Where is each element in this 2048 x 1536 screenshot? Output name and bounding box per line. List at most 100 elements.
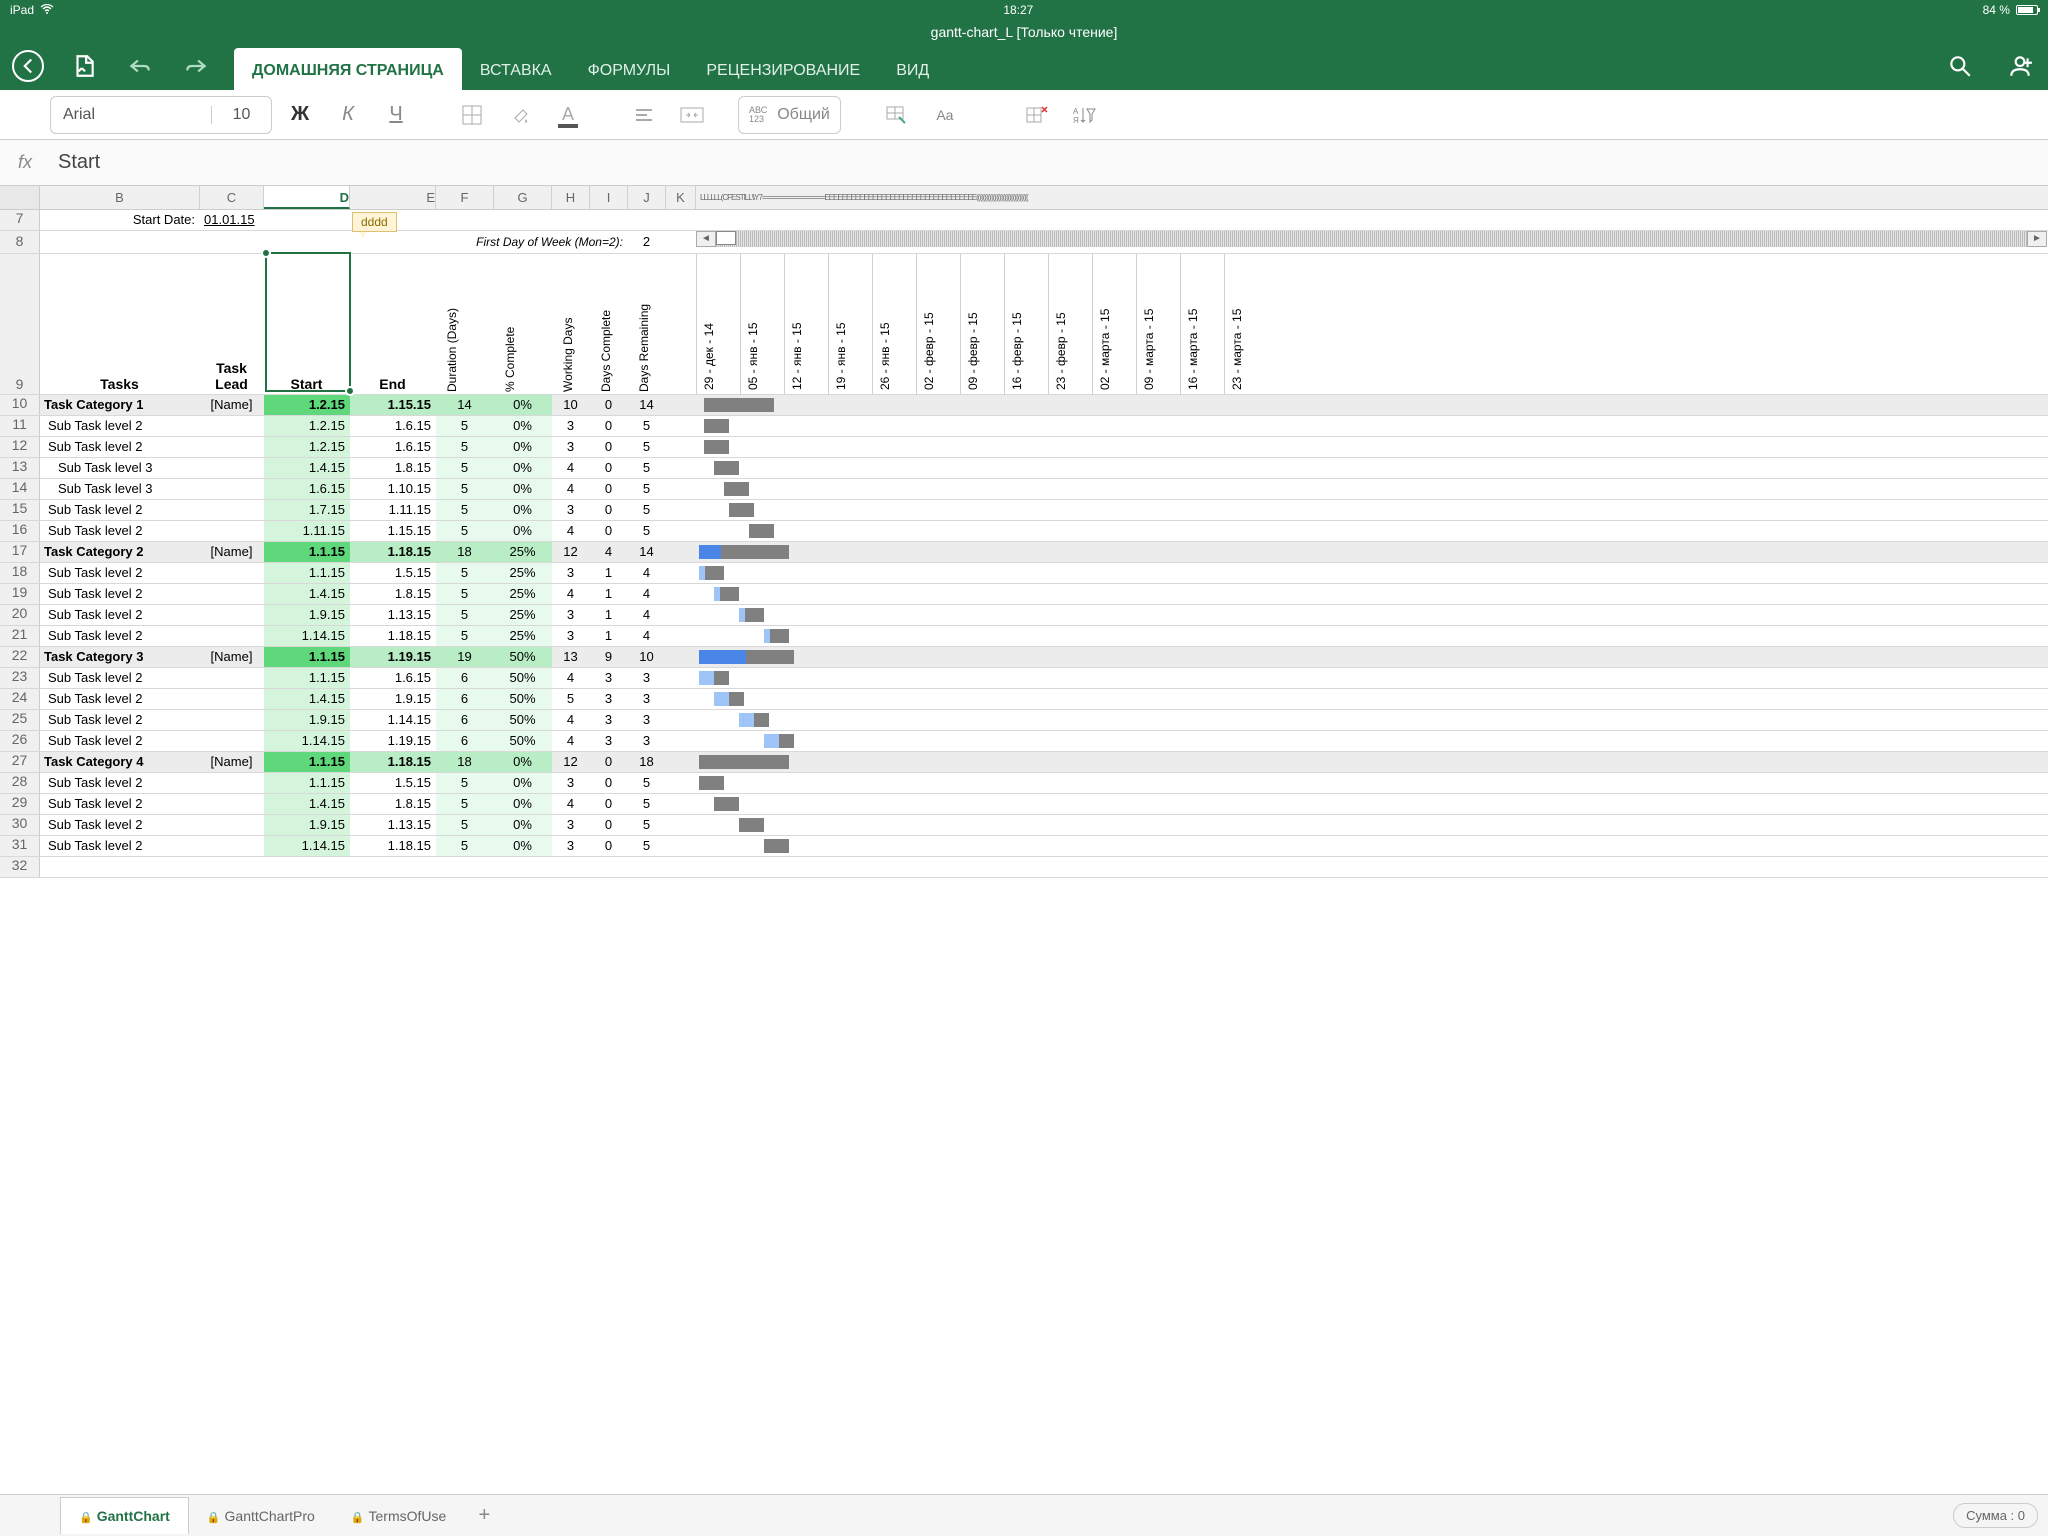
table-row[interactable]: 17Task Category 2[Name]1.1.151.18.151825…	[0, 542, 2048, 563]
table-row[interactable]: 29Sub Task level 21.4.151.8.1550%405	[0, 794, 2048, 815]
table-row[interactable]: 14Sub Task level 31.6.151.10.1550%405	[0, 479, 2048, 500]
sheet-tab-termsofuse[interactable]: TermsOfUse	[333, 1498, 465, 1534]
row-8[interactable]: 8 First Day of Week (Mon=2): 2 ◄ ►	[0, 231, 2048, 254]
date-column-header[interactable]: 12 - янв - 15	[784, 254, 828, 394]
insert-function-button[interactable]	[877, 96, 917, 134]
search-button[interactable]	[1942, 48, 1978, 84]
align-button[interactable]	[624, 96, 664, 134]
font-color-button[interactable]: А	[548, 96, 588, 134]
table-row[interactable]: 27Task Category 4[Name]1.1.151.18.15180%…	[0, 752, 2048, 773]
lock-icon	[79, 1508, 93, 1524]
add-sheet-button[interactable]: +	[464, 1504, 504, 1527]
row-9-headers[interactable]: 9 Tasks TaskLead Start End Duration (Day…	[0, 254, 2048, 395]
merge-button[interactable]	[672, 96, 712, 134]
row-7[interactable]: 7 Start Date: 01.01.15	[0, 210, 2048, 231]
tab-insert[interactable]: ВСТАВКА	[462, 48, 570, 90]
status-sum[interactable]: Сумма : 0	[1953, 1503, 2038, 1528]
col-header-d[interactable]: D	[264, 186, 350, 209]
number-format-selector[interactable]: АВС123 Общий	[738, 96, 841, 134]
table-row[interactable]: 26Sub Task level 21.14.151.19.15650%433	[0, 731, 2048, 752]
table-row[interactable]: 10Task Category 1[Name]1.2.151.15.15140%…	[0, 395, 2048, 416]
column-headers[interactable]: B C D E F G H I J K LLLLLL(CFESTILL\\Y7=…	[0, 186, 2048, 210]
col-header-g[interactable]: G	[494, 186, 552, 209]
date-column-header[interactable]: 09 - февр - 15	[960, 254, 1004, 394]
date-column-header[interactable]: 05 - янв - 15	[740, 254, 784, 394]
col-header-c[interactable]: C	[200, 186, 264, 209]
underline-button[interactable]: Ч	[376, 96, 416, 134]
lock-icon	[207, 1508, 221, 1524]
table-row[interactable]: 30Sub Task level 21.9.151.13.1550%305	[0, 815, 2048, 836]
col-header-h[interactable]: H	[552, 186, 590, 209]
file-button[interactable]	[66, 48, 102, 84]
document-title: gantt-chart_L [Только чтение]	[0, 20, 2048, 42]
ribbon-tabs: ДОМАШНЯЯ СТРАНИЦА ВСТАВКА ФОРМУЛЫ РЕЦЕНЗ…	[234, 42, 947, 90]
font-selector[interactable]: Arial 10	[50, 96, 272, 134]
undo-button[interactable]	[122, 48, 158, 84]
table-row[interactable]: 21Sub Task level 21.14.151.18.15525%314	[0, 626, 2048, 647]
share-button[interactable]	[2002, 48, 2038, 84]
table-row[interactable]: 18Sub Task level 21.1.151.5.15525%314	[0, 563, 2048, 584]
timeline-scroll-left[interactable]: ◄	[696, 231, 716, 247]
col-headers-overflow[interactable]: LLLLLL(CFESTILL\\Y7=================EEEE…	[696, 186, 2048, 209]
main-toolbar: ДОМАШНЯЯ СТРАНИЦА ВСТАВКА ФОРМУЛЫ РЕЦЕНЗ…	[0, 42, 2048, 90]
table-row[interactable]: 25Sub Task level 21.9.151.14.15650%433	[0, 710, 2048, 731]
sort-filter-button[interactable]: АЯ	[1065, 96, 1105, 134]
date-column-header[interactable]: 23 - марта - 15	[1224, 254, 1268, 394]
table-row[interactable]: 31Sub Task level 21.14.151.18.1550%305	[0, 836, 2048, 857]
col-header-b[interactable]: B	[40, 186, 200, 209]
insert-delete-button[interactable]	[1017, 96, 1057, 134]
timeline-scroll-thumb[interactable]	[716, 231, 736, 245]
date-column-header[interactable]: 02 - февр - 15	[916, 254, 960, 394]
sheet-tab-ganttchart[interactable]: GanttChart	[60, 1497, 189, 1534]
date-column-header[interactable]: 02 - марта - 15	[1092, 254, 1136, 394]
cell-styles-button[interactable]: Aa	[925, 96, 965, 134]
wifi-icon	[40, 3, 54, 17]
sheet-tab-ganttchartpro[interactable]: GanttChartPro	[189, 1498, 333, 1534]
table-row[interactable]: 13Sub Task level 31.4.151.8.1550%405	[0, 458, 2048, 479]
cell-comment-tooltip: dddd	[352, 212, 397, 232]
table-row[interactable]: 16Sub Task level 21.11.151.15.1550%405	[0, 521, 2048, 542]
select-all-corner[interactable]	[0, 186, 40, 209]
fill-color-button[interactable]	[500, 96, 540, 134]
table-row[interactable]: 11Sub Task level 21.2.151.6.1550%305	[0, 416, 2048, 437]
redo-button[interactable]	[178, 48, 214, 84]
clock: 18:27	[1003, 3, 1033, 17]
spreadsheet-grid[interactable]: 7 Start Date: 01.01.15 8 First Day of We…	[0, 210, 2048, 910]
bold-button[interactable]: Ж	[280, 96, 320, 134]
col-header-j[interactable]: J	[628, 186, 666, 209]
date-column-header[interactable]: 19 - янв - 15	[828, 254, 872, 394]
svg-text:Я: Я	[1073, 116, 1079, 125]
col-header-f[interactable]: F	[436, 186, 494, 209]
table-row[interactable]: 19Sub Task level 21.4.151.8.15525%414	[0, 584, 2048, 605]
borders-button[interactable]	[452, 96, 492, 134]
format-toolbar: Arial 10 Ж К Ч А АВС123 Общий Aa АЯ	[0, 90, 2048, 140]
formula-bar[interactable]: fx	[0, 140, 2048, 186]
date-column-header[interactable]: 23 - февр - 15	[1048, 254, 1092, 394]
table-row[interactable]: 24Sub Task level 21.4.151.9.15650%533	[0, 689, 2048, 710]
tab-view[interactable]: ВИД	[878, 48, 947, 90]
col-header-k[interactable]: K	[666, 186, 696, 209]
lock-icon	[351, 1508, 365, 1524]
tab-home[interactable]: ДОМАШНЯЯ СТРАНИЦА	[234, 48, 462, 90]
ipad-status-bar: iPad 18:27 84 %	[0, 0, 2048, 20]
tab-formulas[interactable]: ФОРМУЛЫ	[570, 48, 689, 90]
date-column-header[interactable]: 26 - янв - 15	[872, 254, 916, 394]
table-row[interactable]: 12Sub Task level 21.2.151.6.1550%305	[0, 437, 2048, 458]
table-row[interactable]: 15Sub Task level 21.7.151.11.1550%305	[0, 500, 2048, 521]
date-column-header[interactable]: 29 - дек - 14	[696, 254, 740, 394]
timeline-scroll-right[interactable]: ►	[2027, 231, 2047, 247]
formula-input[interactable]	[50, 151, 2048, 174]
date-column-header[interactable]: 09 - марта - 15	[1136, 254, 1180, 394]
col-header-i[interactable]: I	[590, 186, 628, 209]
row-32[interactable]: 32	[0, 857, 2048, 878]
col-header-e[interactable]: E	[350, 186, 436, 209]
date-column-header[interactable]: 16 - марта - 15	[1180, 254, 1224, 394]
table-row[interactable]: 23Sub Task level 21.1.151.6.15650%433	[0, 668, 2048, 689]
table-row[interactable]: 20Sub Task level 21.9.151.13.15525%314	[0, 605, 2048, 626]
table-row[interactable]: 22Task Category 3[Name]1.1.151.19.151950…	[0, 647, 2048, 668]
table-row[interactable]: 28Sub Task level 21.1.151.5.1550%305	[0, 773, 2048, 794]
italic-button[interactable]: К	[328, 96, 368, 134]
back-button[interactable]	[10, 48, 46, 84]
date-column-header[interactable]: 16 - февр - 15	[1004, 254, 1048, 394]
tab-review[interactable]: РЕЦЕНЗИРОВАНИЕ	[688, 48, 878, 90]
